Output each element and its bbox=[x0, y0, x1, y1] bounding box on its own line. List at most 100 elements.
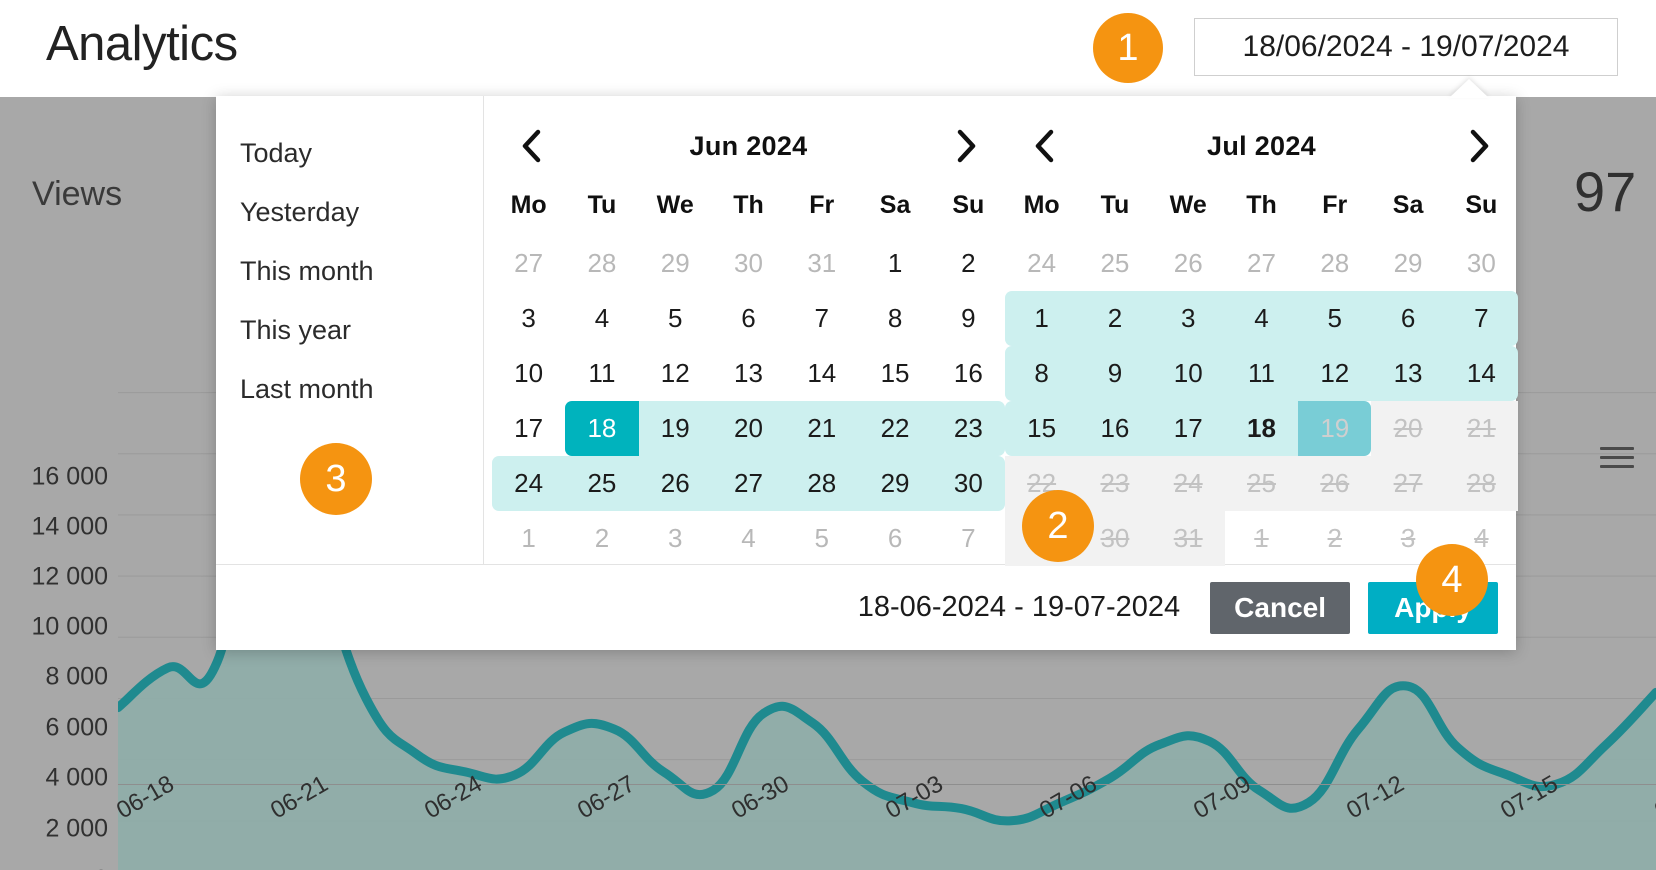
calendar-day-cell[interactable]: 18 bbox=[565, 401, 639, 456]
calendar-day-cell[interactable]: 2 bbox=[932, 236, 1005, 291]
callout-badge-1: 1 bbox=[1093, 13, 1163, 83]
calendar-day-cell[interactable]: 16 bbox=[932, 346, 1005, 401]
calendar-day-cell[interactable]: 5 bbox=[1298, 291, 1372, 346]
calendar-day-cell: 21 bbox=[1444, 401, 1518, 456]
date-range-input[interactable]: 18/06/2024 - 19/07/2024 bbox=[1194, 18, 1618, 76]
y-tick-label: 12 000 bbox=[31, 562, 108, 591]
calendar-day-cell[interactable]: 2 bbox=[1078, 291, 1152, 346]
calendar-week-row: 1234567 bbox=[1005, 291, 1518, 346]
month-header: Jun 2024 bbox=[492, 118, 1005, 174]
calendar-day-cell: 3 bbox=[667, 523, 683, 553]
calendar-day-cell[interactable]: 26 bbox=[638, 456, 712, 511]
calendar-day-cell[interactable]: 12 bbox=[639, 346, 712, 401]
calendar-day-cell[interactable]: 9 bbox=[1078, 346, 1152, 401]
calendar-day-cell: 24 bbox=[1027, 248, 1057, 278]
calendar-day-cell[interactable]: 3 bbox=[1151, 291, 1225, 346]
calendar-day-cell[interactable]: 7 bbox=[785, 291, 858, 346]
calendar-day-cell: 4 bbox=[741, 523, 756, 553]
y-tick-label: 14 000 bbox=[31, 512, 108, 541]
calendar-day-cell[interactable]: 29 bbox=[858, 456, 932, 511]
calendar-day-cell[interactable]: 13 bbox=[1371, 346, 1445, 401]
calendar-day-cell[interactable]: 4 bbox=[1224, 291, 1299, 346]
calendar-day-cell[interactable]: 15 bbox=[1005, 401, 1079, 456]
calendar-week-row: 8 9 10 11 12 13 14 bbox=[1005, 346, 1518, 401]
chart-x-axis: 06-18 06-21 06-24 06-27 06-30 07-03 07-06 07-09… bbox=[0, 770, 1656, 870]
calendar-day-cell: 23 bbox=[1078, 456, 1152, 511]
preset-item-this-year[interactable]: This year bbox=[216, 301, 483, 360]
weekday-label: Th bbox=[733, 191, 764, 219]
calendar-day-cell[interactable]: 24 bbox=[492, 456, 566, 511]
calendar-day-cell[interactable]: 10 bbox=[492, 346, 565, 401]
calendar-week-row: 3456789 bbox=[492, 291, 1005, 346]
calendar-week-row: 24 25 26 27 28 29 30 bbox=[1005, 236, 1518, 291]
calendar-week-row: 15 16 17 18 19 20 21 bbox=[1005, 401, 1518, 456]
chevron-right-icon[interactable] bbox=[945, 125, 987, 167]
y-tick-label: 10 000 bbox=[31, 612, 108, 641]
calendar-day-cell[interactable]: 19 bbox=[638, 401, 712, 456]
calendar-day-cell: 25 bbox=[1224, 456, 1299, 511]
calendar-day-cell[interactable]: 20 bbox=[711, 401, 786, 456]
calendar-day-cell: 5 bbox=[814, 523, 830, 553]
calendar-day-cell: 6 bbox=[887, 523, 903, 553]
calendar-day-cell: 24 bbox=[1151, 456, 1225, 511]
preset-item-today[interactable]: Today bbox=[216, 124, 483, 183]
calendar-day-cell[interactable]: 5 bbox=[639, 291, 712, 346]
month-header: Jul 2024 bbox=[1005, 118, 1518, 174]
calendar-day-cell[interactable]: 4 bbox=[565, 291, 638, 346]
calendar-month-2: Jul 2024 Mo Tu We Th Fr Sa Su 24 25 26 27 28 29 30 1 2 3 4… bbox=[1005, 96, 1518, 566]
calendar-day-cell[interactable]: 6 bbox=[712, 291, 785, 346]
calendar-day-cell[interactable]: 6 bbox=[1371, 291, 1445, 346]
weekday-label: Sa bbox=[1392, 191, 1424, 219]
calendar-day-cell[interactable]: 17 bbox=[492, 401, 565, 456]
calendar-day-cell: 26 bbox=[1298, 456, 1372, 511]
page-title: Analytics bbox=[46, 17, 238, 71]
preset-item-this-month[interactable]: This month bbox=[216, 242, 483, 301]
preset-item-yesterday[interactable]: Yesterday bbox=[216, 183, 483, 242]
calendar-day-cell[interactable]: 27 bbox=[711, 456, 786, 511]
calendar-day-cell[interactable]: 19 bbox=[1298, 401, 1372, 456]
calendar-week-row: 17 18 19 20 21 22 23 bbox=[492, 401, 1005, 456]
calendar-day-cell: 30 bbox=[734, 248, 763, 278]
calendar-day-cell[interactable]: 15 bbox=[858, 346, 931, 401]
calendar-day-cell[interactable]: 13 bbox=[712, 346, 785, 401]
calendar-day-cell[interactable]: 25 bbox=[565, 456, 639, 511]
calendar-day-cell: 2 bbox=[594, 523, 610, 553]
picker-body: Today Yesterday This month This year Last mo… bbox=[216, 96, 1518, 566]
preset-item-last-month[interactable]: Last month bbox=[216, 360, 483, 419]
calendar-day-cell[interactable]: 3 bbox=[492, 291, 565, 346]
calendar-day-cell[interactable]: 1 bbox=[1005, 291, 1079, 346]
calendar-day-cell[interactable]: 14 bbox=[1444, 346, 1518, 401]
weekday-header-row: Mo Tu We Th Fr Sa Su bbox=[492, 174, 1005, 236]
calendar-day-cell[interactable]: 9 bbox=[932, 291, 1005, 346]
y-tick-label: 8 000 bbox=[45, 662, 108, 691]
calendar-day-cell[interactable]: 16 bbox=[1078, 401, 1152, 456]
calendar-day-cell[interactable]: 1 bbox=[858, 236, 931, 291]
app-root: Views 97 16 000 14 000 12 000 10 000 8 0… bbox=[0, 0, 1656, 870]
calendar-day-cell[interactable]: 11 bbox=[1224, 346, 1299, 401]
calendar-day-cell[interactable]: 28 bbox=[785, 456, 859, 511]
calendar-day-cell[interactable]: 17 bbox=[1151, 401, 1225, 456]
calendar-day-cell: 27 bbox=[1371, 456, 1445, 511]
calendar-day-cell[interactable]: 11 bbox=[565, 346, 638, 401]
calendar-day-cell[interactable]: 14 bbox=[785, 346, 858, 401]
calendar-day-cell[interactable]: 18 bbox=[1224, 401, 1299, 456]
y-tick-label: 6 000 bbox=[45, 713, 108, 742]
calendar-day-cell[interactable]: 10 bbox=[1151, 346, 1225, 401]
weekday-label: Su bbox=[1465, 191, 1498, 219]
calendar-day-cell[interactable]: 8 bbox=[858, 291, 931, 346]
calendar-day-cell[interactable]: 22 bbox=[858, 401, 932, 456]
calendar-day-cell[interactable]: 21 bbox=[785, 401, 859, 456]
weekday-header-row: Mo Tu We Th Fr Sa Su bbox=[1005, 174, 1518, 236]
chevron-left-icon[interactable] bbox=[1023, 125, 1065, 167]
calendar-day-cell[interactable]: 8 bbox=[1005, 346, 1079, 401]
calendar-week-row: 27 28 29 30 31 1 2 bbox=[492, 236, 1005, 291]
weekday-label: Tu bbox=[587, 191, 617, 219]
cancel-button[interactable]: Cancel bbox=[1210, 581, 1350, 634]
calendar-day-cell[interactable]: 7 bbox=[1444, 291, 1518, 346]
calendar-day-cell[interactable]: 12 bbox=[1298, 346, 1372, 401]
chevron-left-icon[interactable] bbox=[510, 125, 552, 167]
callout-badge-2: 2 bbox=[1022, 490, 1094, 562]
chevron-right-icon[interactable] bbox=[1458, 125, 1500, 167]
calendar-day-cell[interactable]: 23 bbox=[931, 401, 1005, 456]
calendar-day-cell[interactable]: 30 bbox=[931, 456, 1005, 511]
